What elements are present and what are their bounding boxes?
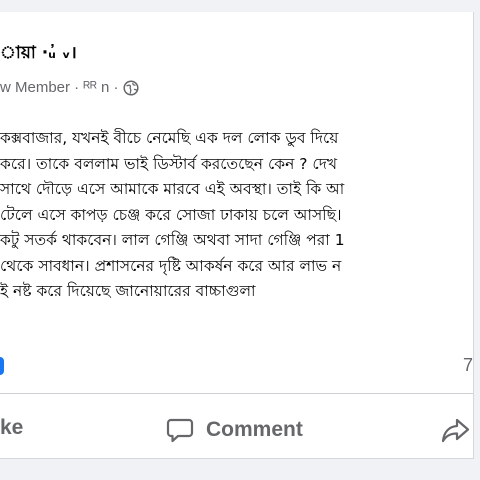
globe-icon[interactable] xyxy=(123,79,139,96)
post-stats-row: 7 xyxy=(0,354,473,380)
post-text-line: থেকে সাবধান। প্রশাসনের দৃষ্টি আকর্ষন করে… xyxy=(0,256,342,275)
post-text-line: সাথে দৌড়ে এসে আমাকে মারবে এই অবস্থা। তা… xyxy=(0,180,345,198)
comment-share-count[interactable]: 7 xyxy=(463,355,473,376)
post-text-line: ই নষ্ট করে দিয়েছে জানোয়ারের বাচ্চাগুলা xyxy=(0,282,256,300)
post-card: ায়া ·ᵤ̓ ᵥ। w Member · ᴿᴿ n · কক্সবাজার,… xyxy=(0,12,474,459)
post-text: কক্সবাজার, যখনই বীচে নেমেছি এক দল লোক ডু… xyxy=(0,126,473,305)
post-text-line: কটু সতর্ক থাকবেন। লাল গেঞ্জি অথবা সাদা গ… xyxy=(0,231,345,249)
member-badge-text[interactable]: w Member · ᴿᴿ n · xyxy=(0,79,119,96)
post-text-line: টেলে এসে কাপড় চেঞ্জ করে সোজা ঢাকায় চলে… xyxy=(0,205,342,224)
share-icon[interactable] xyxy=(440,416,470,444)
post-actions-bar: ke Comment xyxy=(0,416,473,456)
actions-divider xyxy=(0,393,473,394)
post-text-line: কক্সবাজার, যখনই বীচে নেমেছি এক দল লোক ডু… xyxy=(0,129,339,147)
like-button[interactable]: ke xyxy=(0,416,23,440)
post-text-line: করে। তাকে বললাম ভাই ডিস্টার্ব করতেছেন কে… xyxy=(0,154,338,173)
comment-icon xyxy=(166,416,194,444)
post-author-name[interactable]: ায়া ·ᵤ̓ ᵥ। xyxy=(0,40,77,68)
post-meta: w Member · ᴿᴿ n · xyxy=(0,79,139,96)
comment-button[interactable]: Comment xyxy=(166,416,303,444)
reaction-icon[interactable] xyxy=(0,357,4,375)
comment-button-label: Comment xyxy=(206,418,303,441)
